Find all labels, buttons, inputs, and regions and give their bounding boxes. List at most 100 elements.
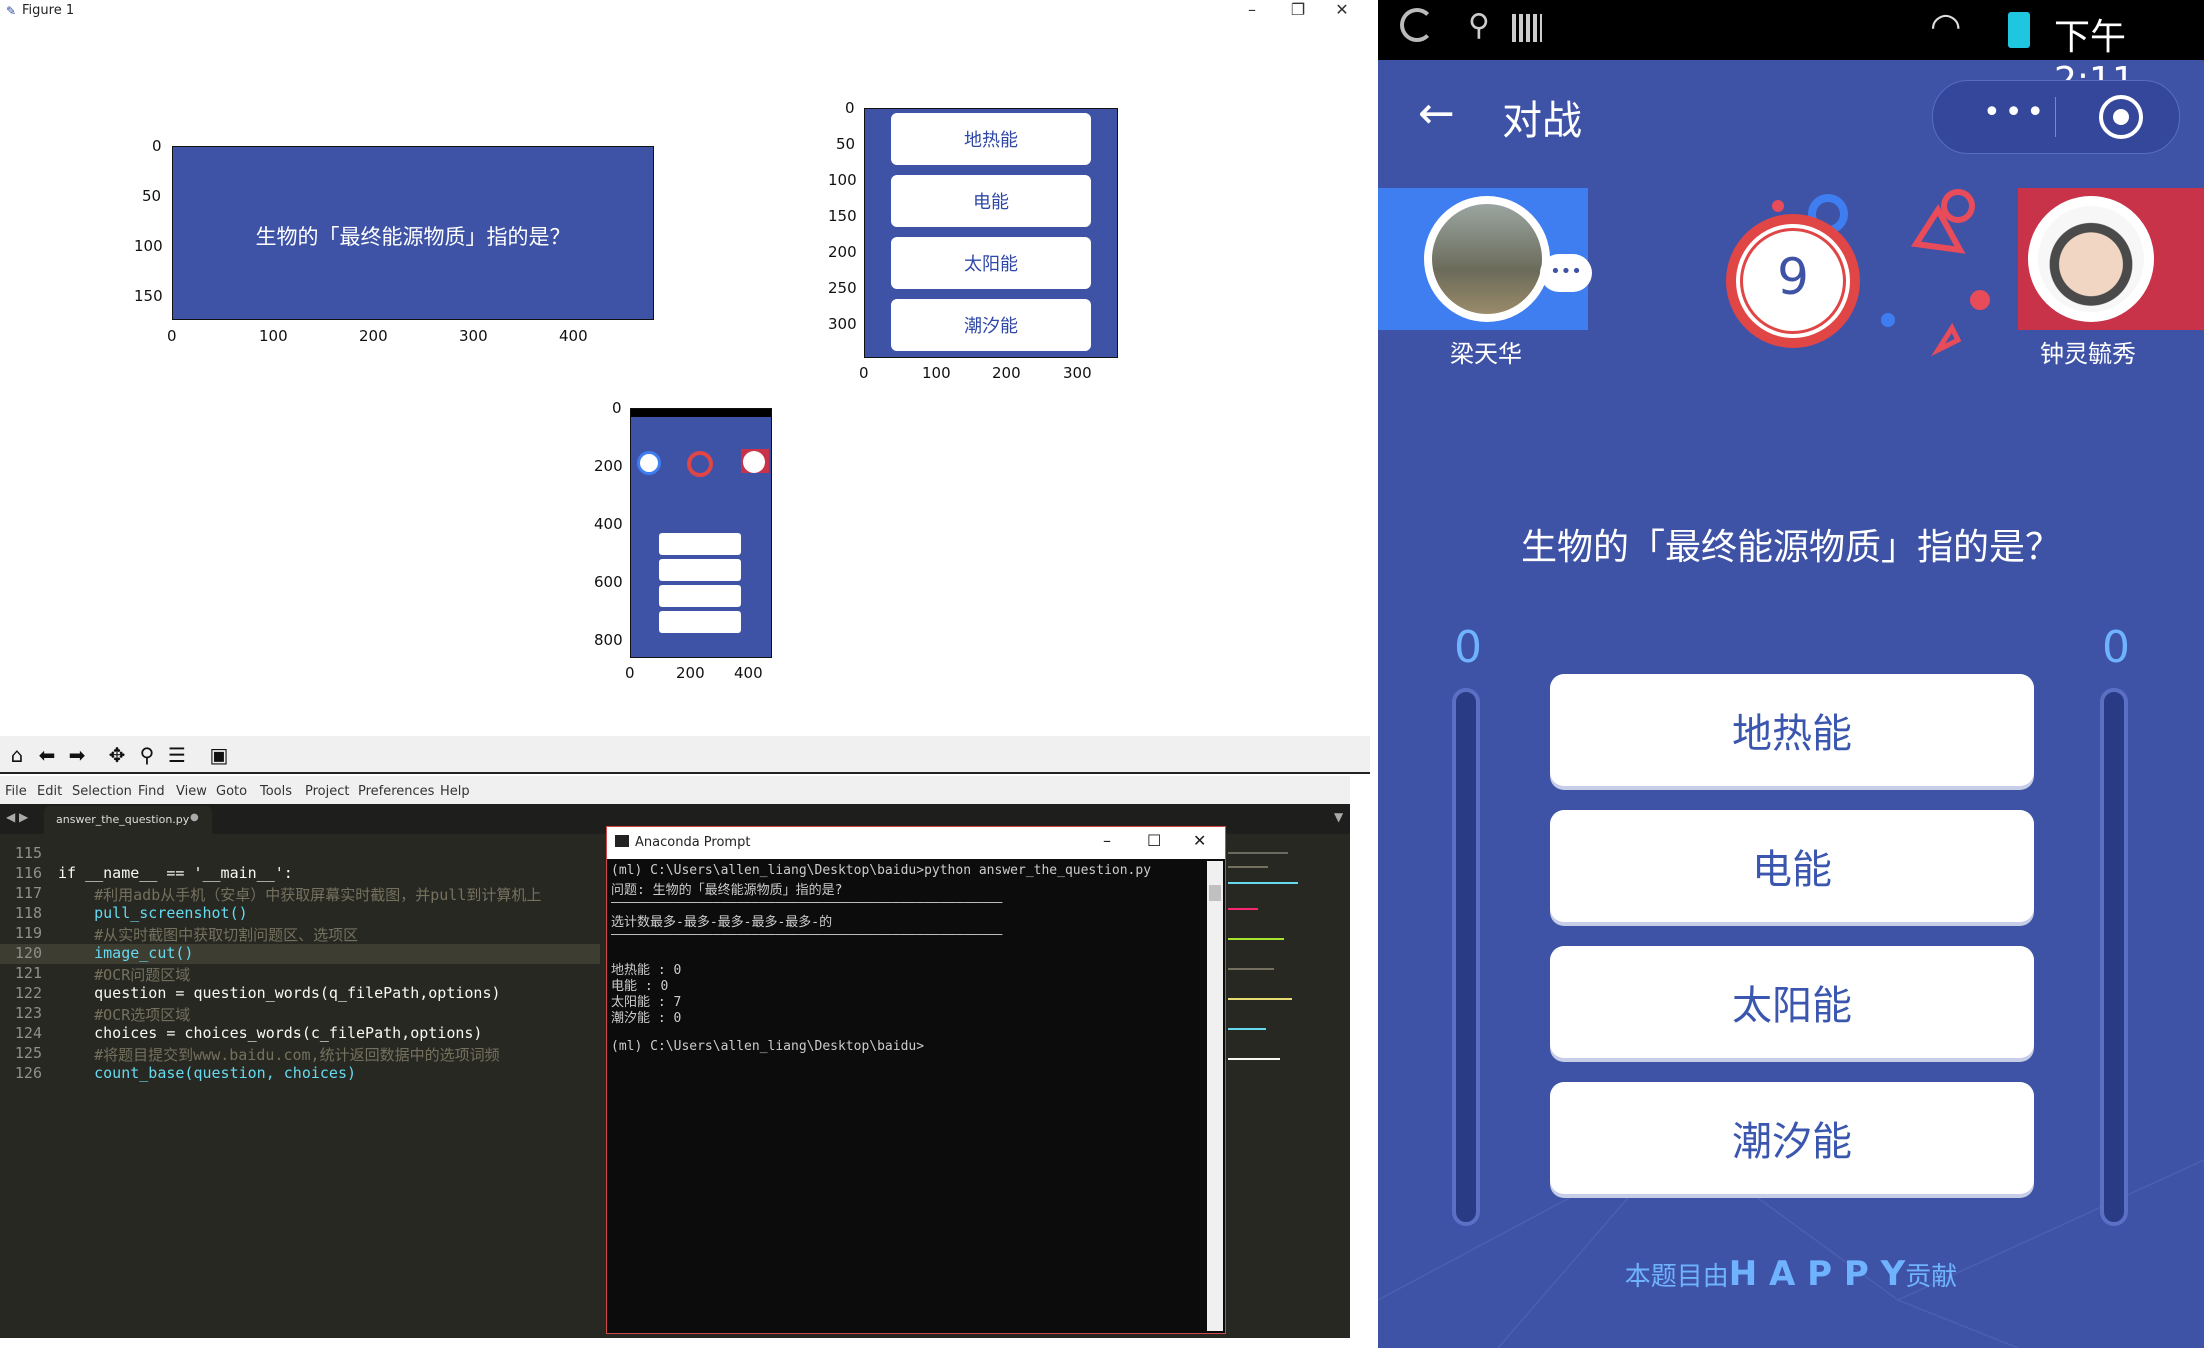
configure-icon[interactable]: ☰ <box>164 742 190 768</box>
back-arrow-icon[interactable]: ← <box>1418 88 1455 139</box>
terminal-line: (ml) C:\Users\allen_liang\Desktop\baidu> <box>611 1039 925 1054</box>
anaconda-maximize-button[interactable]: ☐ <box>1147 831 1161 850</box>
left-player-name: 梁天华 <box>1450 340 1522 368</box>
footer-name: H A P P Y <box>1728 1254 1906 1294</box>
y-tick: 250 <box>828 279 857 297</box>
anaconda-titlebar: Anaconda Prompt – ☐ ✕ <box>607 827 1225 859</box>
wifi-icon: ◠ <box>1930 6 1962 47</box>
tab-nav-icon[interactable]: ◀ ▶ <box>6 810 28 824</box>
thumb-statusbar <box>631 409 771 417</box>
y-tick: 150 <box>134 287 163 305</box>
code-line: count_base(question, choices) <box>58 1064 357 1082</box>
barcode-icon <box>1512 14 1542 42</box>
menu-selection[interactable]: Selection <box>72 784 132 799</box>
menu-help[interactable]: Help <box>440 784 470 799</box>
menu-find[interactable]: Find <box>138 784 165 799</box>
code-line: if __name__ == '__main__': <box>58 864 293 882</box>
y-tick: 0 <box>612 399 622 417</box>
code-comment: #利用adb从手机（安卓）中获取屏幕实时截图，并pull到计算机上 <box>58 886 542 904</box>
y-tick: 800 <box>594 631 623 649</box>
terminal-line: (ml) C:\Users\allen_liang\Desktop\baidu>… <box>611 863 1152 878</box>
thumb-avatar-left <box>637 451 661 475</box>
minimap[interactable] <box>1224 848 1344 1108</box>
x-tick: 300 <box>459 327 488 345</box>
y-tick: 50 <box>142 187 162 205</box>
menu-preferences[interactable]: Preferences <box>358 784 434 799</box>
menu-goto[interactable]: Goto <box>216 784 247 799</box>
x-tick: 0 <box>625 664 635 682</box>
choice-button[interactable]: 地热能 <box>1550 674 2034 786</box>
status-bar: ⚲ ◠ 下午2:11 <box>1378 0 2204 101</box>
battery-charging-icon <box>2008 12 2030 48</box>
code-comment: #将题目提交到www.baidu.com,统计返回数据中的选项词频 <box>58 1046 500 1064</box>
save-icon[interactable]: ▣ <box>206 742 232 768</box>
terminal-line: ————————————————————————————————————————… <box>611 927 1003 942</box>
home-icon[interactable]: ⌂ <box>4 742 30 768</box>
tab-answer-the-question[interactable]: answer_the_question.py ● <box>44 806 212 834</box>
y-tick: 150 <box>828 207 857 225</box>
figure-title: Figure 1 <box>22 3 75 18</box>
thumb-choice <box>659 611 741 633</box>
plot-choice: 太阳能 <box>891 237 1091 289</box>
code-area[interactable]: 115 116 if __name__ == '__main__': 117 #利… <box>0 844 600 1104</box>
right-score-bar <box>2100 688 2128 1226</box>
tab-modified-dot-icon: ● <box>190 812 199 823</box>
y-tick: 300 <box>828 315 857 333</box>
forward-arrow-icon[interactable]: ➡ <box>64 742 90 768</box>
code-comment: #从实时截图中获取切割问题区、选项区 <box>58 926 359 944</box>
anaconda-minimize-button[interactable]: – <box>1103 831 1111 850</box>
code-comment: #OCR问题区域 <box>58 966 191 984</box>
choices-plot: 地热能 电能 太阳能 潮汐能 <box>864 108 1118 358</box>
menu-edit[interactable]: Edit <box>37 784 62 799</box>
x-tick: 400 <box>559 327 588 345</box>
x-tick: 200 <box>992 364 1021 382</box>
x-tick: 100 <box>922 364 951 382</box>
y-tick: 0 <box>845 99 855 117</box>
tab-label: answer_the_question.py <box>56 813 190 826</box>
menu-project[interactable]: Project <box>305 784 349 799</box>
menu-tools[interactable]: Tools <box>260 784 292 799</box>
zoom-icon[interactable]: ⚲ <box>134 742 160 768</box>
x-tick: 200 <box>359 327 388 345</box>
code-line: image_cut() <box>58 944 194 962</box>
x-tick: 100 <box>259 327 288 345</box>
y-tick: 600 <box>594 573 623 591</box>
close-button[interactable]: ✕ <box>1322 0 1362 19</box>
choice-button[interactable]: 电能 <box>1550 810 2034 922</box>
y-tick: 200 <box>828 243 857 261</box>
figure-window: ✎ Figure 1 – ❐ ✕ 生物的「最终能源物质」指的是？ 0 50 10… <box>0 0 1370 770</box>
contributor-footer: 本题目由H A P P Y贡献 <box>1378 1254 2204 1294</box>
restore-button[interactable]: ❐ <box>1278 0 1318 19</box>
plot-choice: 地热能 <box>891 113 1091 165</box>
x-tick: 0 <box>859 364 869 382</box>
anaconda-close-button[interactable]: ✕ <box>1193 831 1206 850</box>
figure-feather-icon: ✎ <box>6 4 17 18</box>
close-target-icon[interactable] <box>2099 95 2143 139</box>
minimize-button[interactable]: – <box>1232 0 1272 19</box>
left-score-bar <box>1452 688 1480 1226</box>
right-score: 0 <box>2102 622 2130 673</box>
back-arrow-icon[interactable]: ⬅ <box>34 742 60 768</box>
terminal-scrollbar[interactable] <box>1207 861 1223 1331</box>
y-tick: 100 <box>134 237 163 255</box>
more-dots-icon[interactable]: ••• <box>1983 95 2048 130</box>
timer-value: 9 <box>1777 248 1809 306</box>
sync-icon <box>1400 8 1434 42</box>
terminal-output[interactable]: (ml) C:\Users\allen_liang\Desktop\baidu>… <box>607 861 1207 1331</box>
editor-menubar: File Edit Selection Find View Goto Tools… <box>0 776 1350 804</box>
choice-button[interactable]: 太阳能 <box>1550 946 2034 1058</box>
pan-icon[interactable]: ✥ <box>104 742 130 768</box>
anaconda-title: Anaconda Prompt <box>635 835 751 850</box>
x-tick: 400 <box>734 664 763 682</box>
menu-view[interactable]: View <box>176 784 207 799</box>
plot-choice: 潮汐能 <box>891 299 1091 351</box>
console-icon <box>615 835 629 847</box>
y-tick: 200 <box>594 457 623 475</box>
choice-button[interactable]: 潮汐能 <box>1550 1082 2034 1194</box>
thumb-choice <box>659 559 741 581</box>
y-tick: 400 <box>594 515 623 533</box>
x-tick: 200 <box>676 664 705 682</box>
menu-file[interactable]: File <box>5 784 27 799</box>
tab-dropdown-icon[interactable]: ▼ <box>1334 810 1343 824</box>
terminal-line: ————————————————————————————————————————… <box>611 895 1003 910</box>
